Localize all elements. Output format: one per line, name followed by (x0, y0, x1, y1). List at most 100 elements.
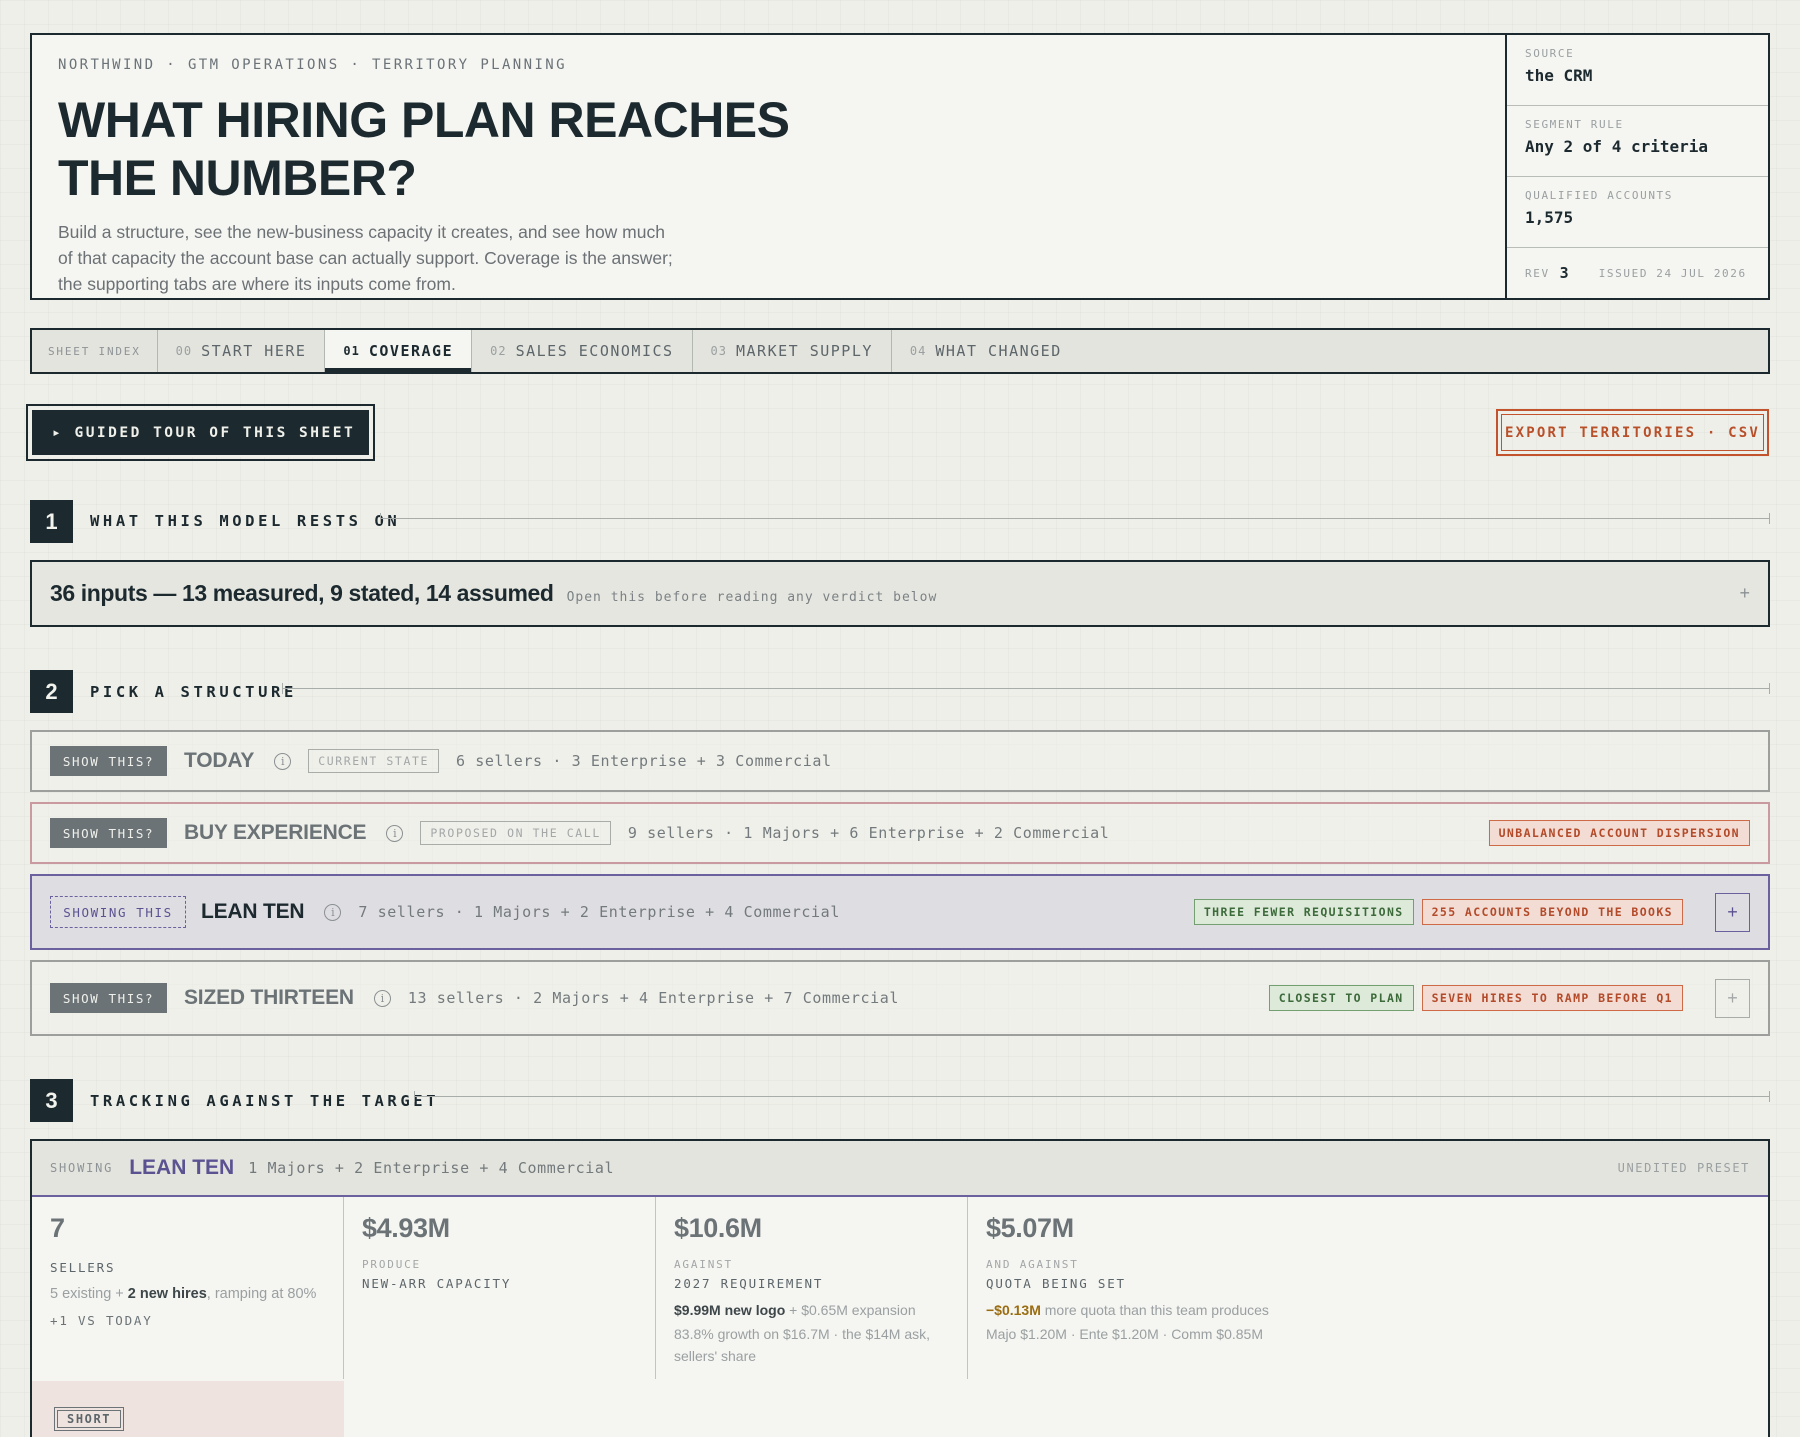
tab-start-here[interactable]: 00 START HERE (158, 330, 326, 372)
structure-row-sized-thirteen[interactable]: SHOW THIS? SIZED THIRTEEN i 13 sellers ·… (30, 960, 1770, 1036)
tracking-metrics: 7 SELLERS 5 existing + 2 new hires, ramp… (32, 1197, 1768, 1379)
info-icon[interactable]: i (324, 903, 342, 921)
meta-rev-value: 3 (1559, 264, 1569, 282)
structure-row-lean-ten[interactable]: SHOWING THIS LEAN TEN i 7 sellers · 1 Ma… (30, 874, 1770, 950)
meta-source: SOURCE the CRM (1507, 35, 1768, 106)
metric-prefix: PRODUCE (362, 1258, 421, 1271)
section-2-rule (282, 683, 1770, 694)
structure-desc: 9 sellers · 1 Majors + 6 Enterprise + 2 … (627, 824, 1110, 842)
structure-name: TODAY (184, 749, 255, 772)
warning-badge: 255 ACCOUNTS BEYOND THE BOOKS (1421, 899, 1683, 925)
page-header: NORTHWIND · GTM OPERATIONS · TERRITORY P… (30, 33, 1770, 300)
sheet-tabs: SHEET INDEX 00 START HERE 01 COVERAGE 02 SA… (30, 328, 1770, 374)
tab-coverage[interactable]: 01 COVERAGE (325, 330, 473, 372)
metric-quota: $5.07M AND AGAINST QUOTA BEING SET −$0.1… (968, 1197, 1768, 1379)
tab-num: 04 (909, 344, 927, 358)
metric-sellers: 7 SELLERS 5 existing + 2 new hires, ramp… (32, 1197, 344, 1379)
metric-value: $4.93M (362, 1213, 450, 1243)
showing-this-indicator[interactable]: SHOWING THIS (50, 896, 186, 928)
section-2-number: 2 (30, 670, 73, 713)
showing-label: SHOWING (50, 1161, 114, 1175)
info-icon[interactable]: i (373, 989, 391, 1007)
note-pre: 5 existing + (50, 1286, 128, 1302)
export-territories-button[interactable]: EXPORT TERRITORIES · CSV (1496, 409, 1769, 456)
note-bold: −$0.13M (986, 1302, 1041, 1318)
structure-desc: 13 sellers · 2 Majors + 4 Enterprise + 7… (407, 989, 900, 1007)
metric-note: 5 existing + 2 new hires, ramping at 80% (50, 1283, 325, 1305)
metric-note-2: Majo $1.20M · Ente $1.20M · Comm $0.85M (986, 1326, 1264, 1342)
tab-index-label: SHEET INDEX (32, 330, 158, 372)
structure-name: SIZED THIRTEEN (184, 986, 354, 1009)
note-bold: 2 new hires (127, 1286, 207, 1302)
inputs-hint: Open this before reading any verdict bel… (566, 590, 938, 605)
tab-label: MARKET SUPPLY (736, 342, 873, 360)
meta-qualified: QUALIFIED ACCOUNTS 1,575 (1507, 177, 1768, 248)
metric-delta: +1 VS TODAY (50, 1313, 153, 1328)
tracking-header: SHOWING LEAN TEN 1 Majors + 2 Enterprise… (32, 1141, 1768, 1197)
meta-segment: SEGMENT RULE Any 2 of 4 criteria (1507, 106, 1768, 177)
section-1-title: WHAT THIS MODEL RESTS ON (90, 512, 401, 530)
page-title-line-2: THE NUMBER? (58, 150, 417, 206)
tab-label: START HERE (201, 342, 307, 360)
structure-row-buy-experience[interactable]: SHOW THIS? BUY EXPERIENCE i PROPOSED ON … (30, 802, 1770, 864)
tab-sales-economics[interactable]: 02 SALES ECONOMICS (472, 330, 693, 372)
inputs-summary: 36 inputs — 13 measured, 9 stated, 14 as… (50, 580, 554, 606)
info-icon[interactable]: i (274, 752, 292, 770)
tab-num: 02 (490, 344, 507, 358)
tab-label: COVERAGE (368, 342, 454, 360)
warning-badge: UNBALANCED ACCOUNT DISPERSION (1488, 820, 1750, 846)
show-this-button[interactable]: SHOW THIS? (50, 746, 167, 776)
tab-what-changed[interactable]: 04 WHAT CHANGED (892, 330, 1080, 372)
section-3-title: TRACKING AGAINST THE TARGET (90, 1092, 440, 1110)
structure-row-today[interactable]: SHOW THIS? TODAY i CURRENT STATE 6 selle… (30, 730, 1770, 792)
tracking-structure-desc: 1 Majors + 2 Enterprise + 4 Commercial (248, 1159, 615, 1177)
section-1-number: 1 (30, 500, 73, 543)
tab-num: 00 (175, 344, 193, 358)
expand-icon[interactable]: + (1715, 978, 1750, 1018)
guided-tour-button[interactable]: ▸ GUIDED TOUR OF THIS SHEET (26, 404, 375, 461)
metric-value: $5.07M (986, 1213, 1074, 1243)
header-main: NORTHWIND · GTM OPERATIONS · TERRITORY P… (32, 35, 1505, 298)
structure-name: BUY EXPERIENCE (184, 821, 367, 844)
metric-label: NEW-ARR CAPACITY (362, 1276, 512, 1291)
page-title: WHAT HIRING PLAN REACHES THE NUMBER? (58, 91, 1479, 207)
meta-source-label: SOURCE (1525, 47, 1575, 60)
model-inputs-disclosure[interactable]: 36 inputs — 13 measured, 9 stated, 14 as… (30, 560, 1770, 627)
section-1-rule (380, 513, 1770, 524)
section-3-rule (414, 1091, 1770, 1102)
meta-segment-label: SEGMENT RULE (1525, 118, 1624, 131)
page-lede: Build a structure, see the new-business … (58, 222, 673, 294)
note-bold: $9.99M new logo (674, 1302, 786, 1318)
metric-prefix: AGAINST (674, 1258, 733, 1271)
metric-note: −$0.13M more quota than this team produc… (986, 1299, 1750, 1321)
tab-market-supply[interactable]: 03 MARKET SUPPLY (693, 330, 892, 372)
header-meta: SOURCE the CRM SEGMENT RULE Any 2 of 4 c… (1505, 35, 1768, 298)
section-3-number: 3 (30, 1079, 73, 1122)
tracking-panel: SHOWING LEAN TEN 1 Majors + 2 Enterprise… (30, 1139, 1770, 1437)
expand-icon[interactable]: + (1715, 892, 1750, 932)
meta-revision: REV 3 ISSUED 24 JUL 2026 (1507, 248, 1768, 298)
metric-prefix: AND AGAINST (986, 1258, 1079, 1271)
metric-value: $10.6M (674, 1213, 762, 1243)
show-this-button[interactable]: SHOW THIS? (50, 818, 167, 848)
metric-value: 7 (50, 1213, 65, 1243)
metric-label: SELLERS (50, 1260, 116, 1275)
tab-num: 01 (343, 344, 360, 358)
page-title-line-1: WHAT HIRING PLAN REACHES (58, 92, 790, 148)
metric-note: $9.99M new logo + $0.65M expansion (674, 1299, 949, 1321)
show-this-button[interactable]: SHOW THIS? (50, 983, 167, 1013)
meta-issued: ISSUED 24 JUL 2026 (1598, 266, 1747, 280)
metric-note-2: 83.8% growth on $16.7M · the $14M ask, s… (674, 1326, 931, 1364)
positive-badge: CLOSEST TO PLAN (1268, 985, 1414, 1011)
meta-segment-value: Any 2 of 4 criteria (1525, 137, 1709, 156)
meta-qualified-label: QUALIFIED ACCOUNTS (1525, 189, 1674, 202)
note-post: more quota than this team produces (1040, 1302, 1269, 1318)
breadcrumb: NORTHWIND · GTM OPERATIONS · TERRITORY P… (58, 57, 567, 73)
info-icon[interactable]: i (386, 824, 404, 842)
positive-badge: THREE FEWER REQUISITIONS (1193, 899, 1414, 925)
tab-label: WHAT CHANGED (935, 342, 1062, 360)
meta-rev-label: REV (1525, 266, 1550, 280)
expand-icon[interactable]: + (1739, 583, 1750, 604)
metric-label: QUOTA BEING SET (986, 1276, 1126, 1291)
section-2-title: PICK A STRUCTURE (90, 683, 297, 701)
